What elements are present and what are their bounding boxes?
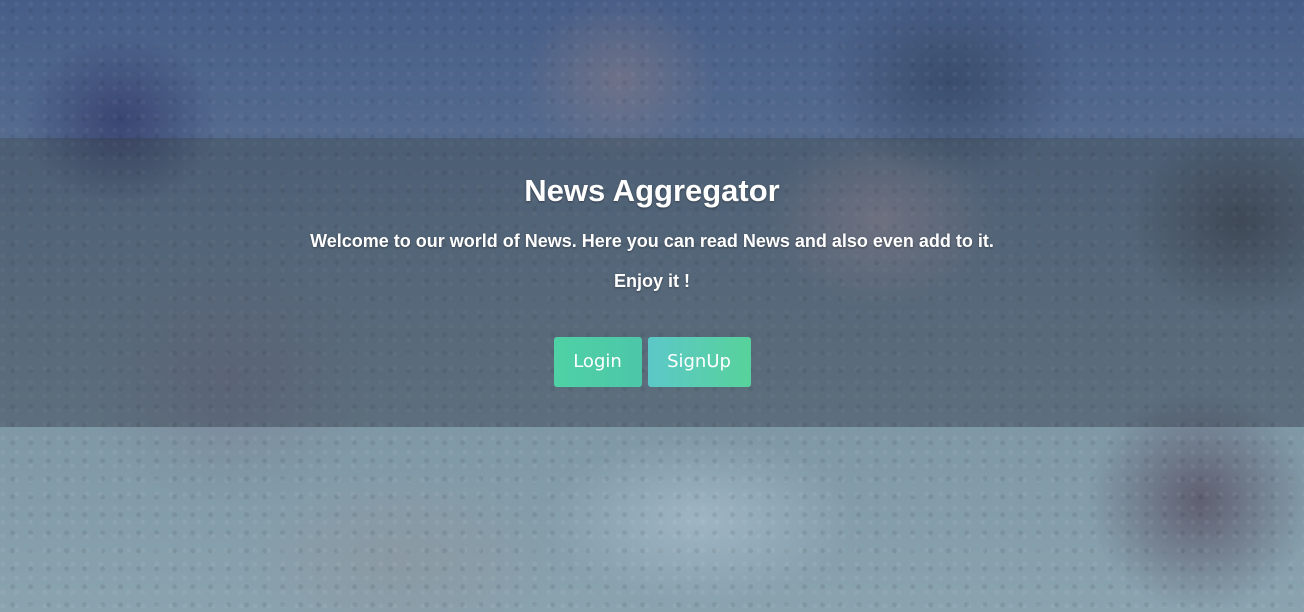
page-title: News Aggregator <box>524 173 780 208</box>
auth-button-group: Login SignUp <box>0 337 1304 387</box>
signup-button[interactable]: SignUp <box>647 337 751 387</box>
tagline-text: Enjoy it ! <box>614 271 690 291</box>
welcome-text: Welcome to our world of News. Here you c… <box>310 231 994 251</box>
login-button[interactable]: Login <box>553 337 642 387</box>
top-overlay <box>0 0 1304 138</box>
